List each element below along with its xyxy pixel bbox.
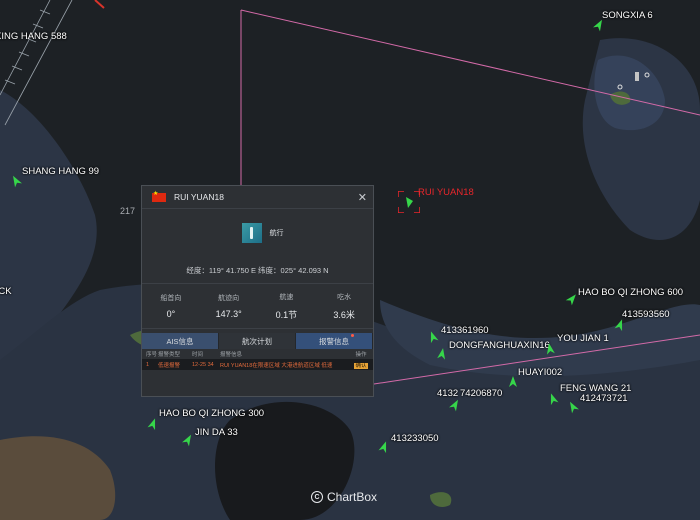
vessel-label: ECK bbox=[0, 286, 12, 297]
vessel-label: YOU JIAN 1 bbox=[557, 333, 609, 344]
vessel-icon[interactable] bbox=[448, 398, 462, 412]
metric-value: 0° bbox=[166, 309, 176, 319]
col-header: 报警信息 bbox=[220, 352, 243, 358]
metric-label: 吃水 bbox=[337, 293, 352, 301]
row-time: 12-25 34 bbox=[192, 361, 214, 368]
row-action[interactable]: 确认 bbox=[353, 361, 369, 369]
vessel-icon[interactable] bbox=[543, 342, 557, 356]
nav-status-text: 航行 bbox=[269, 230, 284, 237]
vessel-icon[interactable] bbox=[613, 318, 627, 332]
vessel-label: HAO BO QI ZHONG 600 bbox=[578, 287, 684, 298]
vessel-icon[interactable] bbox=[546, 392, 560, 406]
vessel-icon[interactable] bbox=[426, 330, 440, 344]
col-header: 报警类型 bbox=[158, 352, 181, 358]
panel-tabs: AIS信息 航次计划 报警信息 bbox=[142, 333, 373, 349]
tab-alarm-info[interactable]: 报警信息 bbox=[296, 333, 373, 349]
tab-ais-info[interactable]: AIS信息 bbox=[142, 333, 219, 349]
metric-course: 航迹向 147.3° bbox=[200, 293, 258, 319]
selected-vessel-label: RUI YUAN18 bbox=[418, 187, 474, 198]
metric-label: 船首向 bbox=[160, 295, 182, 302]
vessel-label: 413233050 bbox=[391, 433, 439, 444]
alert-dot-icon bbox=[351, 334, 354, 337]
metric-speed: 航速 0.1节 bbox=[258, 292, 316, 321]
metric-label: 航速 bbox=[279, 293, 294, 301]
metric-heading: 船首向 0° bbox=[142, 293, 200, 319]
chartbox-logo-text: ChartBox bbox=[327, 490, 378, 504]
cn-flag-icon bbox=[152, 190, 166, 202]
metric-value: 3.6米 bbox=[333, 309, 355, 320]
alarm-table: 序号 报警类型 时间 报警信息 操作 1 低速报警 12-25 34 RUI Y… bbox=[142, 349, 373, 370]
vessel-label: HUAYI002 bbox=[518, 367, 563, 378]
vessel-label: 412473721 bbox=[580, 393, 628, 404]
row-type: 低速报警 bbox=[158, 362, 181, 369]
vessel-label: 74206870 bbox=[460, 388, 503, 399]
vessel-icon[interactable] bbox=[146, 417, 160, 431]
chartbox-logo: C ChartBox bbox=[311, 490, 377, 504]
navigation-status-icon bbox=[241, 223, 262, 243]
row-no: 1 bbox=[146, 361, 150, 368]
tab-alarm-label: 报警信息 bbox=[319, 336, 349, 346]
vessel-label: HAO BO QI ZHONG 300 bbox=[159, 408, 265, 419]
vessel-coordinates: 经度：119° 41.750 E 纬度：025° 42.093 N bbox=[142, 265, 373, 284]
table-header: 序号 报警类型 时间 报警信息 操作 bbox=[142, 349, 373, 359]
table-row[interactable]: 1 低速报警 12-25 34 RUI YUAN18在限速区域 大港进航道区域 … bbox=[142, 359, 373, 370]
vessel-icon[interactable] bbox=[9, 174, 23, 188]
vessel-label: XING HANG 588 bbox=[0, 31, 67, 42]
vessel-label: SONGXIA 6 bbox=[602, 10, 653, 21]
selected-vessel-marker[interactable] bbox=[397, 190, 421, 214]
col-header: 序号 bbox=[146, 352, 158, 358]
metric-label: 航迹向 bbox=[218, 295, 240, 302]
close-icon[interactable]: ✕ bbox=[358, 191, 367, 204]
vessel-label: SHANG HANG 99 bbox=[22, 166, 100, 177]
depth-label: 217 bbox=[120, 206, 136, 216]
vessel-icon[interactable] bbox=[435, 347, 449, 361]
vessel-icon[interactable] bbox=[566, 400, 580, 414]
confirm-button[interactable]: 确认 bbox=[354, 362, 368, 369]
buoy-marker bbox=[635, 72, 639, 81]
col-header: 时间 bbox=[192, 352, 204, 358]
panel-ship-name: RUI YUAN18 bbox=[174, 192, 224, 202]
vessel-icon[interactable] bbox=[506, 375, 520, 389]
row-info: RUI YUAN18在限速区域 大港进航道区域 低速 bbox=[220, 362, 333, 369]
vessel-icon[interactable] bbox=[565, 292, 579, 306]
vessel-metrics: 船首向 0° 航迹向 147.3° 航速 0.1节 吃水 3.6米 bbox=[142, 284, 373, 329]
vessel-info-panel: RUI YUAN18 ✕ 航行 经度：119° 41.750 E 纬度：025°… bbox=[141, 185, 374, 397]
tab-voyage-plan[interactable]: 航次计划 bbox=[219, 333, 296, 349]
metric-value: 0.1节 bbox=[275, 309, 298, 320]
panel-header: RUI YUAN18 ✕ bbox=[142, 186, 373, 209]
col-header: 操作 bbox=[355, 352, 367, 358]
vessel-icon[interactable] bbox=[592, 18, 606, 32]
vessel-label: 413361960 bbox=[441, 325, 489, 336]
vessel-icon[interactable] bbox=[377, 440, 391, 454]
vessel-label: JIN DA 33 bbox=[195, 427, 238, 438]
vessel-label: 413593560 bbox=[622, 309, 670, 320]
vessel-label: DONGFANGHUAXIN16 bbox=[449, 340, 550, 351]
metric-value: 147.3° bbox=[215, 309, 242, 319]
chartbox-logo-icon: C bbox=[311, 491, 323, 503]
vessel-icon[interactable] bbox=[181, 433, 195, 447]
metric-draft: 吃水 3.6米 bbox=[315, 292, 373, 321]
